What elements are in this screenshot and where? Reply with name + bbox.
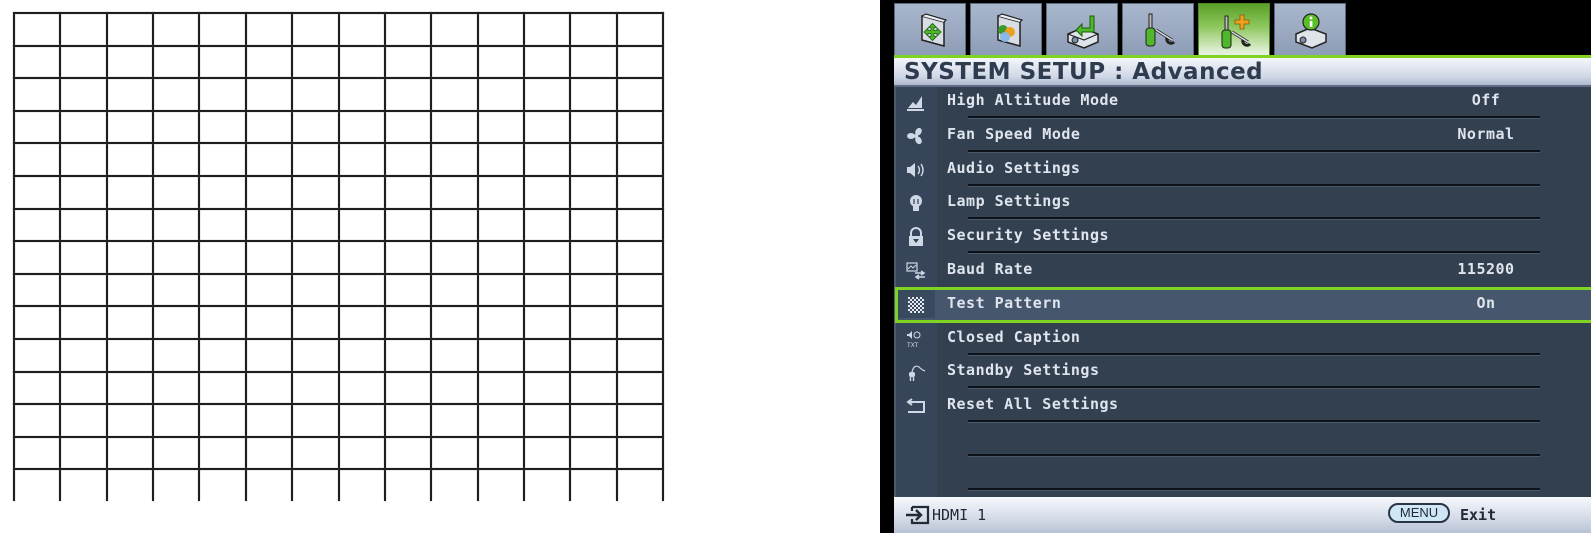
menu-item[interactable]: Audio Settings xyxy=(896,153,1591,187)
baud-rate-icon xyxy=(905,260,927,282)
grid-horizontal-line xyxy=(13,208,664,210)
menu-item-label: Baud Rate xyxy=(947,260,1033,278)
menu-item-empty xyxy=(896,457,1591,491)
menu-item-value: On xyxy=(1476,293,1496,312)
altitude-icon xyxy=(905,91,927,113)
closed-caption-icon: TXT xyxy=(905,328,927,350)
current-source: HDMI 1 xyxy=(932,506,987,524)
speaker-icon xyxy=(905,159,927,181)
menu-item[interactable]: High Altitude Mode Off xyxy=(896,85,1591,119)
test-pattern-grid xyxy=(13,12,664,501)
menu-item-empty xyxy=(896,423,1591,457)
menu-item-label: Audio Settings xyxy=(947,158,1081,177)
projector-input-icon xyxy=(1067,15,1099,49)
grid-horizontal-line xyxy=(13,403,664,405)
grid-vertical-line xyxy=(291,12,293,501)
test-pattern-icon xyxy=(905,294,927,316)
grid-vertical-line xyxy=(198,12,200,501)
menu-footer: HDMI 1 MENU Exit xyxy=(894,497,1591,533)
grid-vertical-line xyxy=(152,12,154,501)
grid-vertical-line xyxy=(523,12,525,501)
tab-system-setup-basic[interactable] xyxy=(1122,3,1194,55)
page-title: SYSTEM SETUP : Advanced xyxy=(904,59,1264,85)
grid-vertical-line xyxy=(616,12,618,501)
menu-header: SYSTEM SETUP : Advanced xyxy=(894,58,1591,87)
grid-vertical-line xyxy=(245,12,247,501)
grid-vertical-line xyxy=(106,12,108,501)
menu-item[interactable]: Baud Rate 115200 xyxy=(896,254,1591,288)
row-separator xyxy=(968,487,1540,491)
grid-horizontal-line xyxy=(13,468,664,470)
menu-item[interactable]: Lamp Settings xyxy=(896,186,1591,221)
grid-horizontal-line xyxy=(13,305,664,307)
menu-item[interactable]: Fan Speed Mode Normal xyxy=(896,119,1591,153)
display-move-icon xyxy=(921,12,948,47)
tab-system-setup-advanced[interactable] xyxy=(1198,3,1270,59)
grid-horizontal-line xyxy=(13,338,664,340)
menu-item-label: Fan Speed Mode xyxy=(947,124,1081,143)
menu-item[interactable]: Test Pattern On xyxy=(895,286,1591,323)
standby-plug-icon xyxy=(905,361,927,383)
svg-text:TXT: TXT xyxy=(906,342,919,349)
grid-horizontal-line xyxy=(13,110,664,112)
tab-picture[interactable] xyxy=(894,3,966,55)
settings-menu: High Altitude Mode Off Fan Speed Mode Norma… xyxy=(894,87,1591,497)
lock-icon xyxy=(905,226,927,248)
grid-horizontal-line xyxy=(13,77,664,79)
menu-item-label: Closed Caption xyxy=(947,327,1081,346)
menu-item[interactable]: TXT Closed Caption xyxy=(896,322,1591,356)
reset-icon xyxy=(905,395,927,417)
display-color-icon xyxy=(997,12,1024,47)
grid-vertical-line xyxy=(477,12,479,501)
menu-item-label: Reset All Settings xyxy=(947,395,1119,414)
grid-vertical-line xyxy=(59,12,61,501)
tools-icon xyxy=(1145,13,1176,46)
grid-horizontal-line xyxy=(13,436,664,438)
menu-item-label: Lamp Settings xyxy=(947,192,1071,211)
menu-item[interactable]: Standby Settings xyxy=(896,355,1591,390)
grid-vertical-line xyxy=(662,12,664,501)
lamp-icon xyxy=(905,192,927,214)
menu-item[interactable]: Reset All Settings xyxy=(896,389,1591,424)
menu-item[interactable]: Security Settings xyxy=(896,220,1591,255)
grid-vertical-line xyxy=(430,12,432,501)
menu-item-value: Normal xyxy=(1457,124,1515,143)
tab-information[interactable] xyxy=(1274,3,1346,55)
menu-item-label: Test Pattern xyxy=(947,293,1062,312)
grid-horizontal-line xyxy=(13,45,664,47)
grid-vertical-line xyxy=(13,12,15,501)
grid-vertical-line xyxy=(569,12,571,501)
menu-item-label: Security Settings xyxy=(947,226,1110,245)
menu-item-value: 115200 xyxy=(1457,260,1515,278)
menu-tab-bar xyxy=(894,0,1591,59)
projector-info-icon xyxy=(1295,12,1327,49)
menu-key-button[interactable]: MENU xyxy=(1388,503,1450,523)
grid-horizontal-line xyxy=(13,175,664,177)
tab-source[interactable] xyxy=(1046,3,1118,55)
grid-horizontal-line xyxy=(13,371,664,373)
grid-horizontal-line xyxy=(13,240,664,242)
grid-horizontal-line xyxy=(13,273,664,275)
exit-label: Exit xyxy=(1460,506,1497,524)
tab-picture-advanced[interactable] xyxy=(970,3,1042,55)
grid-horizontal-line xyxy=(13,142,664,144)
input-source-icon xyxy=(906,505,930,525)
grid-horizontal-line xyxy=(13,12,664,14)
menu-item-label: Standby Settings xyxy=(947,361,1100,380)
menu-item-label: High Altitude Mode xyxy=(947,91,1119,109)
fan-icon xyxy=(905,125,927,147)
menu-item-value: Off xyxy=(1471,91,1501,109)
tools-plus-icon xyxy=(1221,14,1252,48)
grid-vertical-line xyxy=(384,12,386,501)
grid-vertical-line xyxy=(338,12,340,501)
projector-osd: SYSTEM SETUP : Advanced High Altitude Mo… xyxy=(880,0,1591,533)
